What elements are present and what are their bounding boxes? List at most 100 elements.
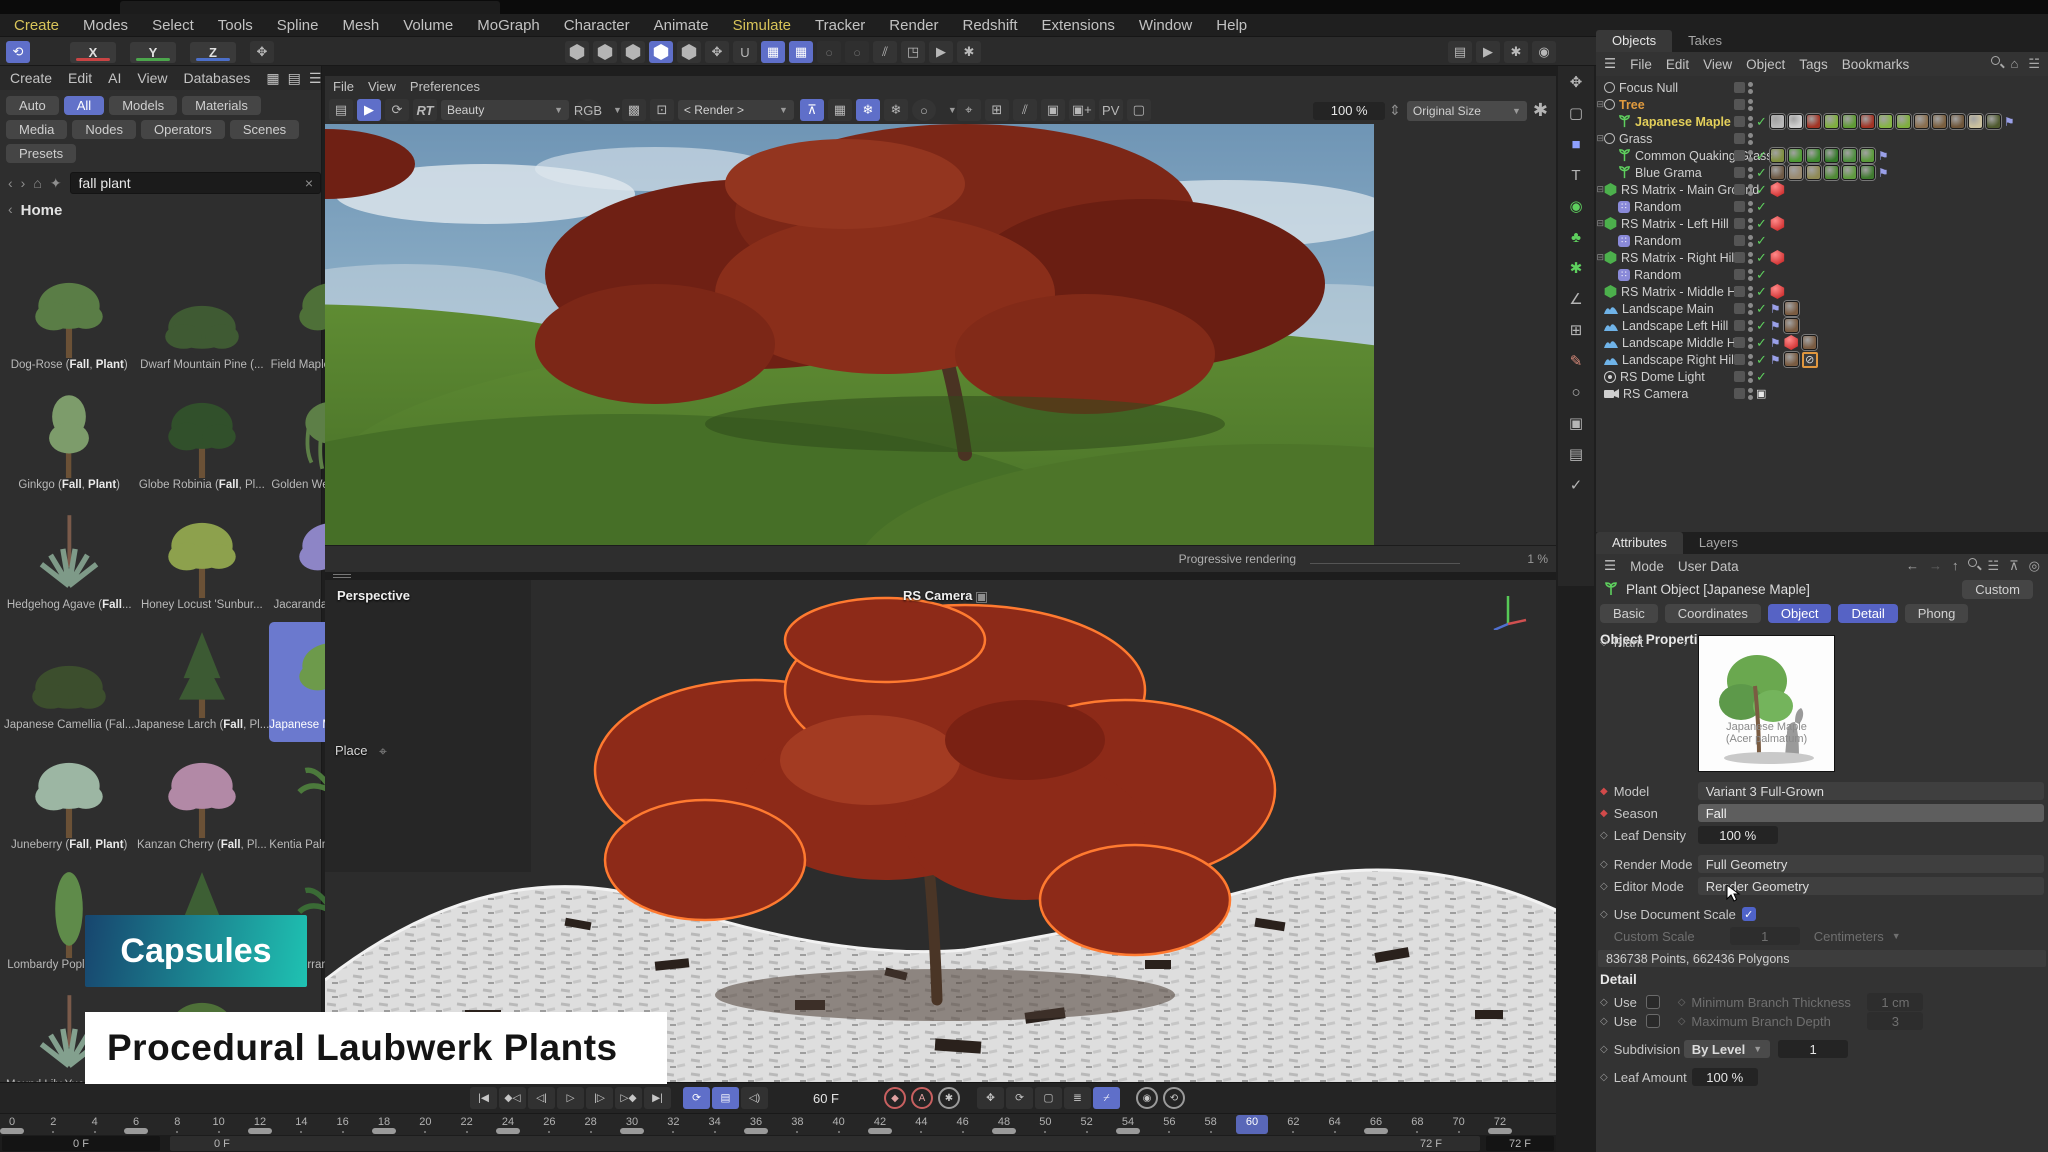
record-icon[interactable]: ◆ [884,1087,906,1109]
object-row-landscape-left-hill[interactable]: Landscape Left Hill ✓⚑ [1596,317,2048,334]
frame-ruler[interactable]: 0246810121416182022242628303234363840424… [0,1113,1556,1135]
object-row-common-quaking-grass[interactable]: Common Quaking Grass ✓⚑ [1596,147,2048,164]
enabled-check-icon[interactable]: ✓ [1756,335,1767,351]
grid-snap-icon[interactable]: ▦ [761,41,785,63]
channel-caret-icon[interactable]: ▼ [613,105,622,115]
enabled-check-icon[interactable]: ✓ [1756,182,1767,198]
filter-icon[interactable]: ☱ [2028,56,2040,72]
filmstrip-icon[interactable]: ▤ [329,99,353,121]
edit-toggle[interactable] [1734,252,1745,263]
attr-tab-coordinates[interactable]: Coordinates [1665,604,1761,623]
object-row-rs-matrix-left-hill[interactable]: ⊟RS Matrix - Left Hill ✓ [1596,215,2048,232]
visibility-dots[interactable] [1748,133,1753,145]
capsule-alt-icon[interactable] [677,41,701,63]
keyframe-marker[interactable] [248,1128,272,1134]
snapshot-icon[interactable]: ❄ [856,99,880,121]
asset-item-kanzan[interactable]: Kanzan Cherry (Fall, Pl... [134,742,269,862]
visibility-dots[interactable] [1748,269,1753,281]
menu-tools[interactable]: Tools [218,17,253,34]
enabled-check-icon[interactable]: ✓ [1756,199,1767,215]
material-sphere-icon[interactable]: ◉ [1532,41,1556,63]
rv-menu-view[interactable]: View [368,79,396,94]
up-icon[interactable]: ↑ [1952,558,1959,574]
menu-volume[interactable]: Volume [403,17,453,34]
axis-modeling-icon[interactable]: ✥ [250,41,274,63]
phong-tag-icon[interactable]: ⚑ [2004,115,2015,129]
enabled-check-icon[interactable]: ✓ [1756,114,1767,130]
om-menu-bookmarks[interactable]: Bookmarks [1842,57,1910,72]
key-position-icon[interactable]: ✥ [977,1087,1004,1109]
collapse-icon[interactable]: ‹ [0,201,13,217]
channel-select[interactable]: RGB [575,99,601,121]
rt-button[interactable]: RT [413,99,437,121]
motion-clip-icon[interactable]: ◉ [1136,1087,1158,1109]
material-swatch[interactable] [1770,148,1785,163]
ab-menu-ai[interactable]: AI [108,70,121,86]
autokey-icon[interactable]: A [911,1087,933,1109]
gear-icon[interactable]: ✱ [1533,100,1548,121]
asset-item-japanese[interactable]: Japanese Larch (Fall, Pl... [134,622,269,742]
text-tool-icon[interactable]: T [1563,163,1589,187]
menu-tracker[interactable]: Tracker [815,17,865,34]
render-to-pv-icon[interactable]: ▶ [1476,41,1500,63]
perspective-viewport[interactable]: Perspective RS Camera ▣ Place ⌖ [325,580,1556,1082]
material-swatch[interactable] [1824,148,1839,163]
menu-modes[interactable]: Modes [83,17,128,34]
viewport-solo-icon[interactable]: ◳ [901,41,925,63]
snapshot-global-icon[interactable]: ❄ [884,99,908,121]
material-swatch[interactable] [1806,148,1821,163]
visibility-dots[interactable] [1748,252,1753,264]
material-swatch[interactable] [1914,114,1929,129]
doc-range-icon[interactable]: ▤ [712,1087,739,1109]
motion-system-icon[interactable]: ⟲ [1163,1087,1185,1109]
material-swatch[interactable] [1806,165,1821,180]
material-swatch[interactable] [1770,165,1785,180]
object-row-rs-dome-light[interactable]: RS Dome Light ✓ [1596,368,2048,385]
material-swatch[interactable] [1878,114,1893,129]
prev-frame-icon[interactable]: ◁| [528,1087,555,1109]
range-start-field[interactable]: 0 F [2,1136,160,1151]
home-icon[interactable]: ⌂ [2010,56,2018,72]
material-swatch[interactable] [1860,165,1875,180]
visibility-dots[interactable] [1748,303,1753,315]
menu-help[interactable]: Help [1216,17,1247,34]
filter-media[interactable]: Media [6,120,67,139]
object-row-tree[interactable]: ⊟Tree [1596,96,2048,113]
edit-toggle[interactable] [1734,133,1745,144]
visibility-dots[interactable] [1748,201,1753,213]
object-row-grass[interactable]: ⊟Grass [1596,130,2048,147]
filter-nodes[interactable]: Nodes [72,120,136,139]
camera-active-icon[interactable]: ▣ [1756,387,1766,400]
model-select[interactable]: Variant 3 Full-Grown [1698,782,2044,800]
material-swatch[interactable] [1788,114,1803,129]
material-swatch[interactable] [1788,165,1803,180]
enabled-check-icon[interactable]: ✓ [1756,250,1767,266]
favorite-icon[interactable]: ✦ [50,175,62,192]
edit-toggle[interactable] [1734,371,1745,382]
keyframe-marker[interactable] [124,1128,148,1134]
object-row-focus-null[interactable]: Focus Null [1596,79,2048,96]
edit-toggle[interactable] [1734,167,1745,178]
keyframe-marker[interactable] [868,1128,892,1134]
material-swatch[interactable] [1784,352,1799,367]
back-icon[interactable]: ← [1906,558,1919,574]
shape-icon[interactable]: ▢ [1563,101,1589,125]
redshift-material-icon[interactable] [1770,182,1785,197]
alpha-grid-icon[interactable]: ▩ [622,99,646,121]
forward-icon[interactable]: → [1929,558,1942,574]
next-key-icon[interactable]: ▷◆ [615,1087,642,1109]
goto-end-icon[interactable]: ▶| [644,1087,671,1109]
menu-simulate[interactable]: Simulate [733,17,791,34]
visibility-dots[interactable] [1748,99,1753,111]
material-swatch[interactable] [1842,148,1857,163]
menu-mograph[interactable]: MoGraph [477,17,540,34]
axis-lock-icon[interactable]: ○ [817,41,841,63]
expander-icon[interactable]: › [1683,635,1687,650]
edit-toggle[interactable] [1734,286,1745,297]
keyframe-marker[interactable] [1364,1128,1388,1134]
om-tab-objects[interactable]: Objects [1596,30,1672,52]
object-row-random[interactable]: ∷Random ✓ [1596,232,2048,249]
measure-icon[interactable]: ∠ [1563,287,1589,311]
camera-icon[interactable]: ▣ [1563,411,1589,435]
brush-icon[interactable]: ✎ [1563,349,1589,373]
